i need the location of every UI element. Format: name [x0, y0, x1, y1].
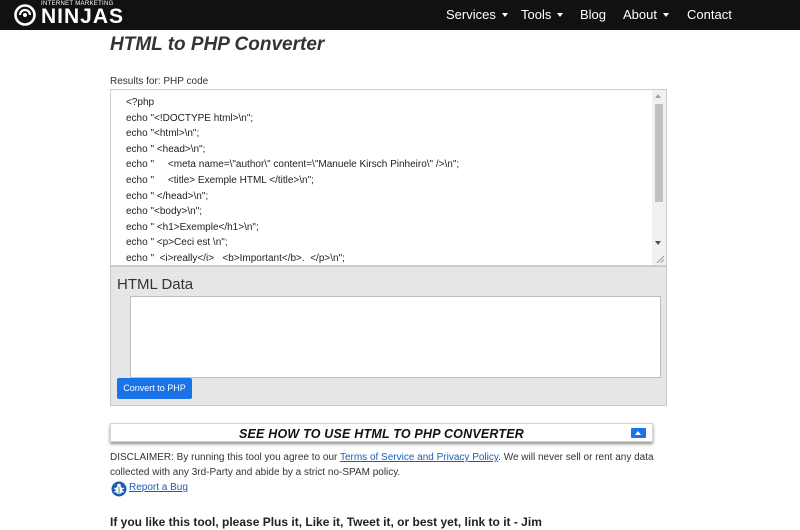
how-to-use-label: SEE HOW TO USE HTML TO PHP CONVERTER — [238, 427, 524, 441]
chevron-down-icon — [501, 13, 508, 17]
nav-services[interactable]: Services — [446, 7, 508, 22]
nav-about[interactable]: About — [623, 7, 669, 22]
nav-contact[interactable]: Contact — [687, 7, 732, 22]
chevron-down-icon — [662, 13, 669, 17]
top-navbar: INTERNET MARKETING NINJAS Services Tools… — [0, 0, 800, 30]
results-scrollbar[interactable] — [652, 90, 666, 265]
code-line: echo "<!DOCTYPE html>\n"; — [126, 112, 254, 124]
results-code: <?php echo "<!DOCTYPE html>\n"; echo "<htm… — [126, 95, 651, 265]
scroll-down-icon[interactable] — [655, 241, 661, 245]
code-line: echo "<body>\n"; — [126, 206, 203, 218]
page-title: HTML to PHP Converter — [110, 34, 325, 55]
bug-icon — [111, 481, 127, 497]
chevron-down-icon — [557, 13, 564, 17]
chevron-up-icon[interactable] — [631, 428, 646, 438]
site-logo[interactable]: INTERNET MARKETING NINJAS — [14, 0, 134, 30]
terms-privacy-link[interactable]: Terms of Service and Privacy Policy — [340, 452, 498, 463]
share-heading: If you like this tool, please Plus it, L… — [110, 515, 542, 529]
html-data-input[interactable] — [130, 296, 661, 378]
html-data-panel: HTML Data Convert to PHP — [110, 266, 667, 406]
code-line: echo " <h1>Exemple</h1>\n"; — [126, 221, 259, 233]
code-line: echo " <head>\n"; — [126, 143, 206, 155]
code-line: echo " <meta name=\"author\" content=\"M… — [126, 159, 460, 171]
resize-grip-icon[interactable] — [656, 255, 664, 263]
code-line: echo " <title> Exemple HTML </title>\n"; — [126, 174, 314, 186]
report-bug-link[interactable]: Report a Bug — [129, 482, 188, 493]
code-line: echo " <i>really</i> <b>Important</b>. <… — [126, 252, 345, 264]
nav-blog[interactable]: Blog — [580, 7, 606, 22]
scroll-up-icon[interactable] — [655, 94, 661, 98]
nav-tools[interactable]: Tools — [521, 7, 564, 22]
code-line: echo " <p>Ceci est \n"; — [126, 237, 228, 249]
convert-to-php-button[interactable]: Convert to PHP — [117, 378, 192, 399]
ninja-logo-icon — [14, 4, 36, 26]
results-textarea[interactable]: <?php echo "<!DOCTYPE html>\n"; echo "<htm… — [110, 89, 667, 266]
logo-wordmark: NINJAS — [41, 5, 125, 28]
code-line: echo " </head>\n"; — [126, 190, 209, 202]
code-line: echo "<html>\n"; — [126, 128, 200, 140]
results-label: Results for: PHP code — [110, 76, 209, 87]
scroll-thumb[interactable] — [655, 104, 663, 202]
code-line: <?php — [126, 97, 155, 108]
disclaimer-text: DISCLAIMER: By running this tool you agr… — [110, 452, 654, 478]
html-data-title: HTML Data — [117, 276, 194, 293]
how-to-use-toggle[interactable]: SEE HOW TO USE HTML TO PHP CONVERTER — [110, 423, 653, 442]
